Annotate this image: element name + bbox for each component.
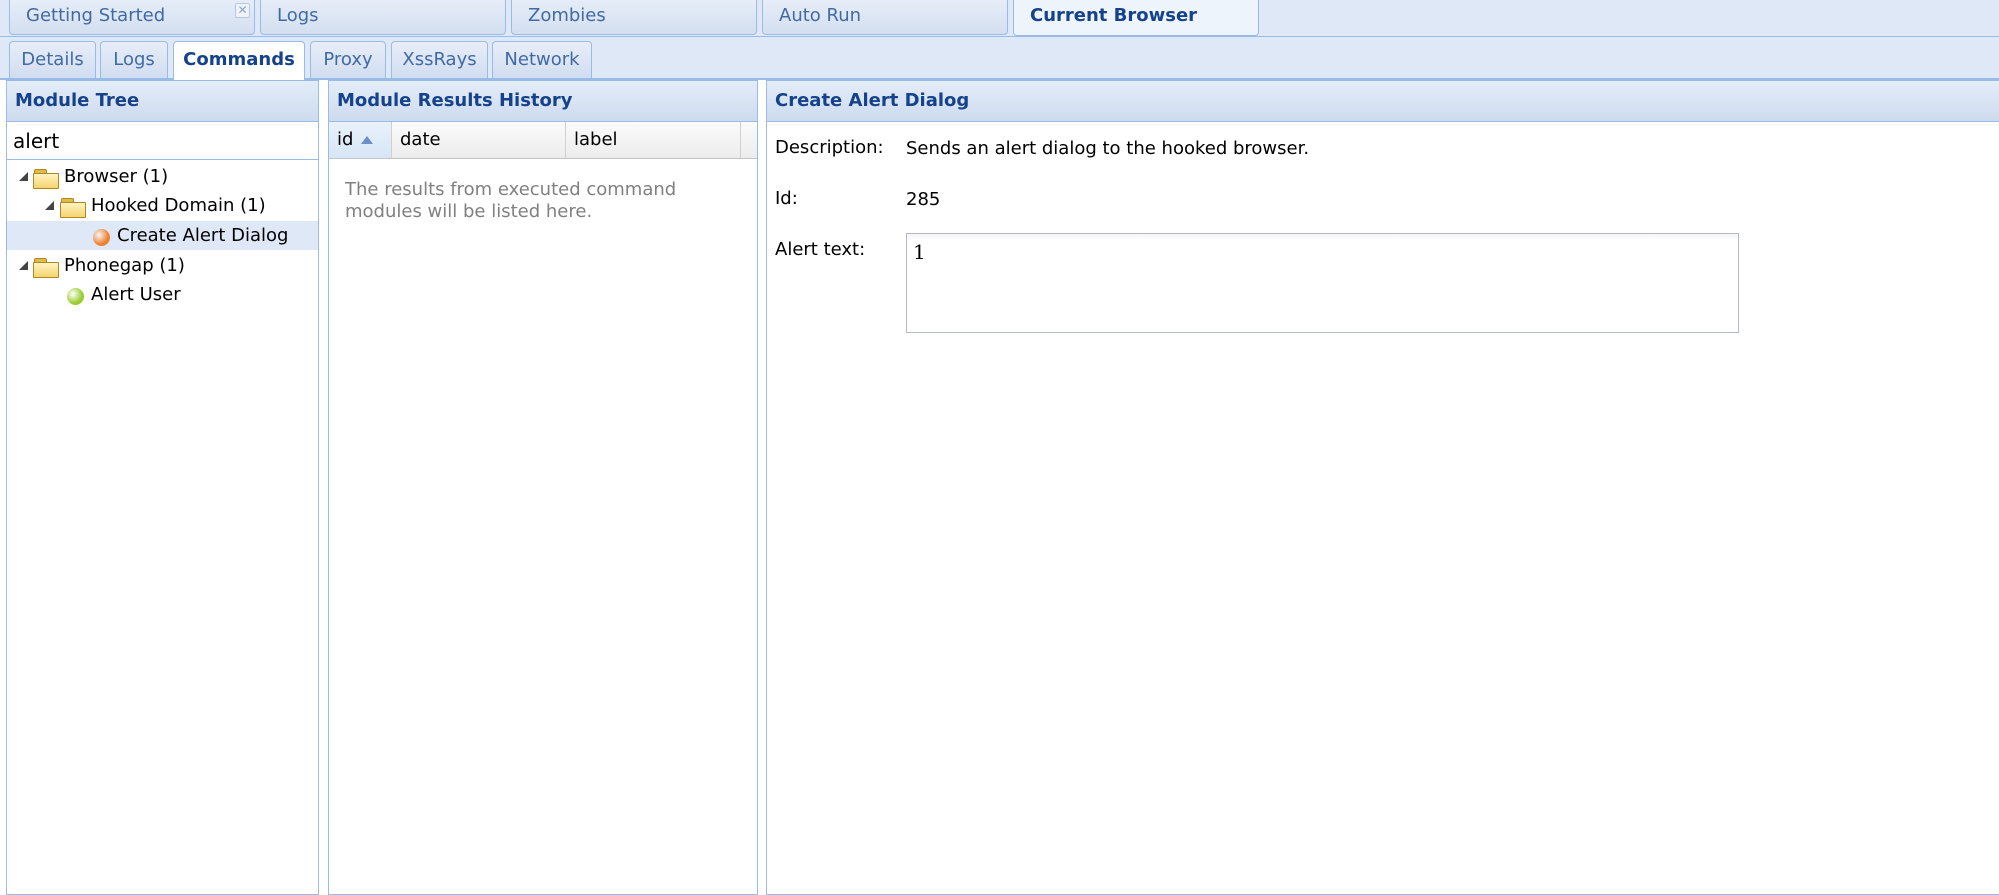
tab-label: Current Browser: [1030, 5, 1198, 26]
tab-label: Zombies: [528, 5, 606, 26]
tree-node-label: Create Alert Dialog: [117, 225, 289, 246]
tab-current-browser[interactable]: Current Browser: [1013, 0, 1259, 36]
tree-node-phonegap[interactable]: Phonegap (1): [7, 251, 318, 280]
tab-zombies[interactable]: Zombies: [511, 0, 757, 35]
folder-icon: [60, 198, 86, 218]
top-tab-bar: Getting Started ✕ Logs Zombies Auto Run …: [0, 0, 1999, 37]
column-label: date: [400, 129, 441, 150]
description-value: Sends an alert dialog to the hooked brow…: [906, 138, 1310, 159]
module-status-icon: [67, 288, 84, 305]
panel-title: Module Results History: [329, 81, 757, 122]
tree-node-label: Phonegap (1): [64, 255, 185, 276]
tree-node-hooked-domain[interactable]: Hooked Domain (1): [7, 191, 318, 220]
alert-text-label: Alert text:: [775, 239, 866, 260]
tab-logs[interactable]: Logs: [260, 0, 506, 35]
id-label: Id:: [775, 188, 798, 209]
folder-icon: [33, 258, 59, 278]
tree-node-browser[interactable]: Browser (1): [7, 162, 318, 191]
sub-tab-bar: Details Logs Commands Proxy XssRays Netw…: [0, 37, 1999, 80]
panel-title: Create Alert Dialog: [767, 81, 1999, 122]
tab-logs[interactable]: Logs: [100, 41, 168, 78]
alert-text-input[interactable]: [906, 233, 1739, 333]
tab-label: Getting Started: [26, 5, 166, 26]
folder-icon: [33, 169, 59, 189]
tree-node-create-alert-dialog[interactable]: Create Alert Dialog: [7, 221, 318, 250]
tab-auto-run[interactable]: Auto Run: [762, 0, 1008, 35]
module-status-icon: [93, 229, 110, 246]
tree-node-label: Alert User: [91, 284, 181, 305]
id-value: 285: [906, 189, 941, 210]
expand-arrow-icon[interactable]: [19, 172, 28, 181]
module-detail-panel: Create Alert Dialog Description: Sends a…: [766, 80, 1999, 895]
tab-proxy[interactable]: Proxy: [310, 41, 386, 78]
tab-xssrays[interactable]: XssRays: [391, 41, 488, 78]
results-history-panel: Module Results History id date label The…: [328, 80, 758, 895]
close-icon[interactable]: ✕: [235, 3, 250, 18]
column-header-date[interactable]: date: [392, 122, 566, 158]
tab-getting-started[interactable]: Getting Started ✕: [9, 0, 255, 35]
column-header-label[interactable]: label: [566, 122, 741, 158]
column-header-id[interactable]: id: [329, 122, 392, 158]
tab-network[interactable]: Network: [492, 41, 592, 78]
expand-arrow-icon[interactable]: [45, 201, 54, 210]
column-label: id: [337, 129, 354, 150]
sort-ascending-icon: [361, 136, 374, 144]
empty-results-message: The results from executed command module…: [345, 179, 677, 222]
tab-label: Auto Run: [779, 5, 862, 26]
tree-node-alert-user[interactable]: Alert User: [7, 280, 318, 309]
panel-title: Module Tree: [7, 81, 318, 122]
description-label: Description:: [775, 137, 884, 158]
tab-label: Logs: [277, 5, 319, 26]
tab-commands[interactable]: Commands: [173, 41, 305, 80]
tree-node-label: Browser (1): [64, 166, 169, 187]
module-search-input[interactable]: [7, 122, 318, 160]
column-label: label: [574, 129, 618, 150]
module-tree-panel: Module Tree Browser (1) Hooked Domain (1…: [6, 80, 319, 895]
grid-header: id date label: [329, 122, 757, 159]
expand-arrow-icon[interactable]: [19, 261, 28, 270]
tab-details[interactable]: Details: [9, 41, 96, 78]
tree-node-label: Hooked Domain (1): [91, 195, 266, 216]
